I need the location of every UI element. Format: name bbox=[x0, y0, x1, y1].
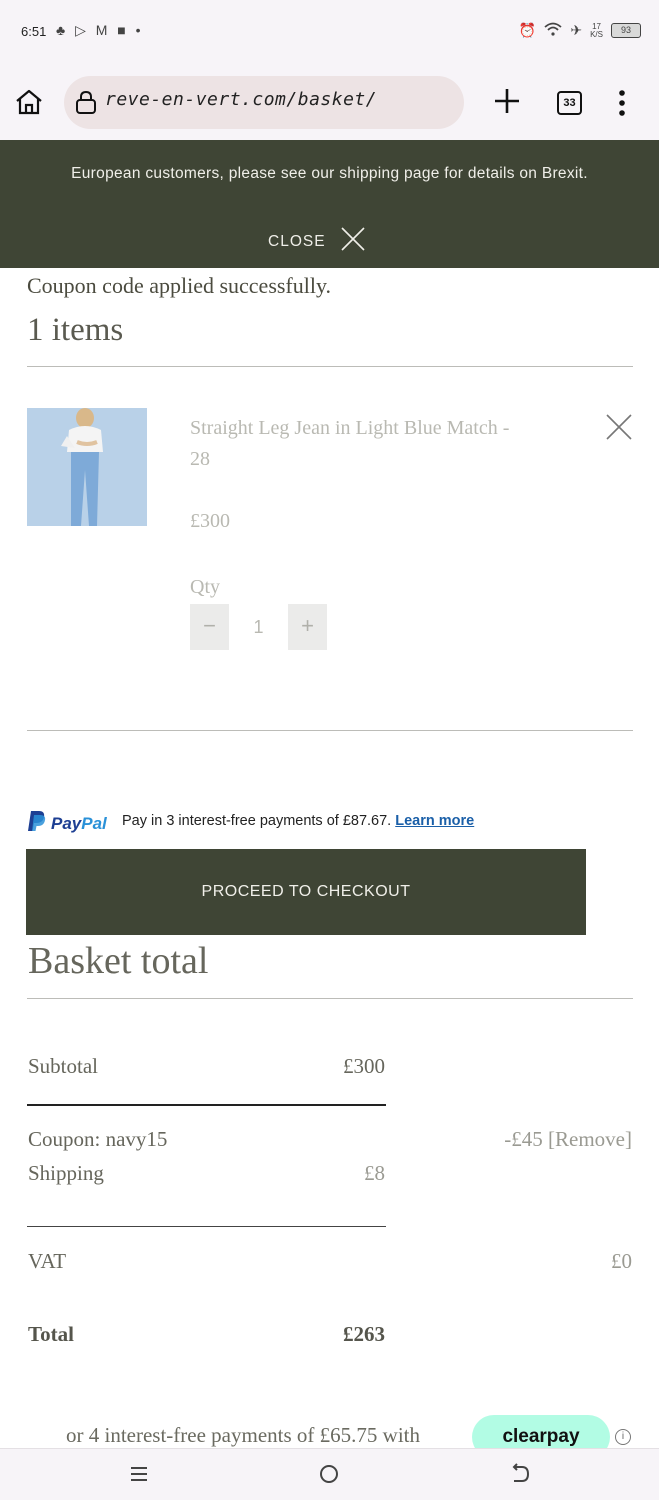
status-time: 6:51 bbox=[21, 24, 47, 39]
info-icon[interactable]: i bbox=[615, 1429, 631, 1445]
total-value: £263 bbox=[343, 1322, 385, 1346]
basket-total-heading: Basket total bbox=[28, 940, 209, 982]
product-price: £300 bbox=[190, 510, 230, 532]
vat-value: £0 bbox=[611, 1249, 632, 1273]
divider bbox=[27, 1226, 386, 1227]
airplane-icon: ✈ bbox=[570, 22, 583, 38]
qty-increase-button[interactable]: + bbox=[288, 604, 327, 650]
remove-coupon-link[interactable]: [Remove] bbox=[548, 1127, 632, 1151]
paypal-icon bbox=[27, 810, 47, 837]
notification-icons: ♣ ▷ M ■ • bbox=[56, 22, 144, 38]
nav-home-icon[interactable] bbox=[314, 1462, 344, 1486]
subtotal-value: £300 bbox=[343, 1054, 385, 1078]
wifi-icon bbox=[544, 22, 562, 39]
product-image[interactable] bbox=[27, 408, 147, 526]
nav-back-icon[interactable] bbox=[505, 1462, 535, 1486]
coupon-notice: Coupon code applied successfully. bbox=[27, 273, 332, 298]
divider bbox=[27, 1104, 386, 1106]
qty-value[interactable]: 1 bbox=[229, 604, 288, 650]
close-icon bbox=[340, 226, 366, 257]
network-speed: 17 K/S bbox=[590, 21, 603, 39]
url-text[interactable]: reve-en-vert.com/basket/ bbox=[105, 89, 377, 110]
coupon-label: Coupon: navy15 bbox=[28, 1127, 168, 1151]
status-right-icons: ⏰ ✈ 17 K/S 93 bbox=[519, 22, 641, 39]
nav-menu-icon[interactable] bbox=[124, 1462, 154, 1486]
coupon-value: -£45 [Remove] bbox=[460, 1127, 632, 1152]
banner-message: European customers, please see our shipp… bbox=[71, 165, 588, 182]
coupon-amount: -£45 bbox=[504, 1127, 543, 1151]
shipping-value: £8 bbox=[364, 1161, 385, 1185]
product-name[interactable]: Straight Leg Jean in Light Blue Match - … bbox=[190, 413, 510, 475]
shipping-label: Shipping bbox=[28, 1161, 104, 1185]
clearpay-message: or 4 interest-free payments of £65.75 wi… bbox=[66, 1423, 420, 1447]
plus-icon[interactable] bbox=[489, 83, 525, 119]
paypal-message: Pay in 3 interest-free payments of £87.6… bbox=[122, 813, 474, 829]
banner-close-button[interactable]: CLOSE bbox=[268, 226, 366, 257]
items-heading: 1 items bbox=[27, 312, 124, 348]
banner-close-label: CLOSE bbox=[268, 232, 326, 250]
divider bbox=[27, 730, 633, 731]
more-vert-icon[interactable] bbox=[612, 88, 632, 118]
proceed-to-checkout-button[interactable]: PROCEED TO CHECKOUT bbox=[26, 849, 586, 935]
paypal-wordmark: PayPal bbox=[51, 813, 107, 833]
vat-label: VAT bbox=[28, 1249, 67, 1273]
paypal-message-text: Pay in 3 interest-free payments of £87.6… bbox=[122, 813, 392, 829]
qty-label: Qty bbox=[190, 576, 220, 598]
alarm-icon: ⏰ bbox=[518, 22, 537, 38]
divider bbox=[27, 366, 633, 367]
lock-icon[interactable] bbox=[75, 90, 97, 114]
home-icon[interactable] bbox=[14, 88, 50, 120]
tabs-icon[interactable]: 33 bbox=[557, 91, 582, 115]
paypal-logo: PayPal bbox=[27, 810, 107, 837]
battery-icon: 93 bbox=[611, 23, 641, 38]
qty-decrease-button[interactable]: − bbox=[190, 604, 229, 650]
divider bbox=[27, 998, 633, 999]
learn-more-link[interactable]: Learn more bbox=[395, 813, 474, 829]
subtotal-label: Subtotal bbox=[28, 1054, 99, 1078]
total-label: Total bbox=[28, 1322, 74, 1346]
remove-item-icon[interactable] bbox=[605, 413, 633, 441]
